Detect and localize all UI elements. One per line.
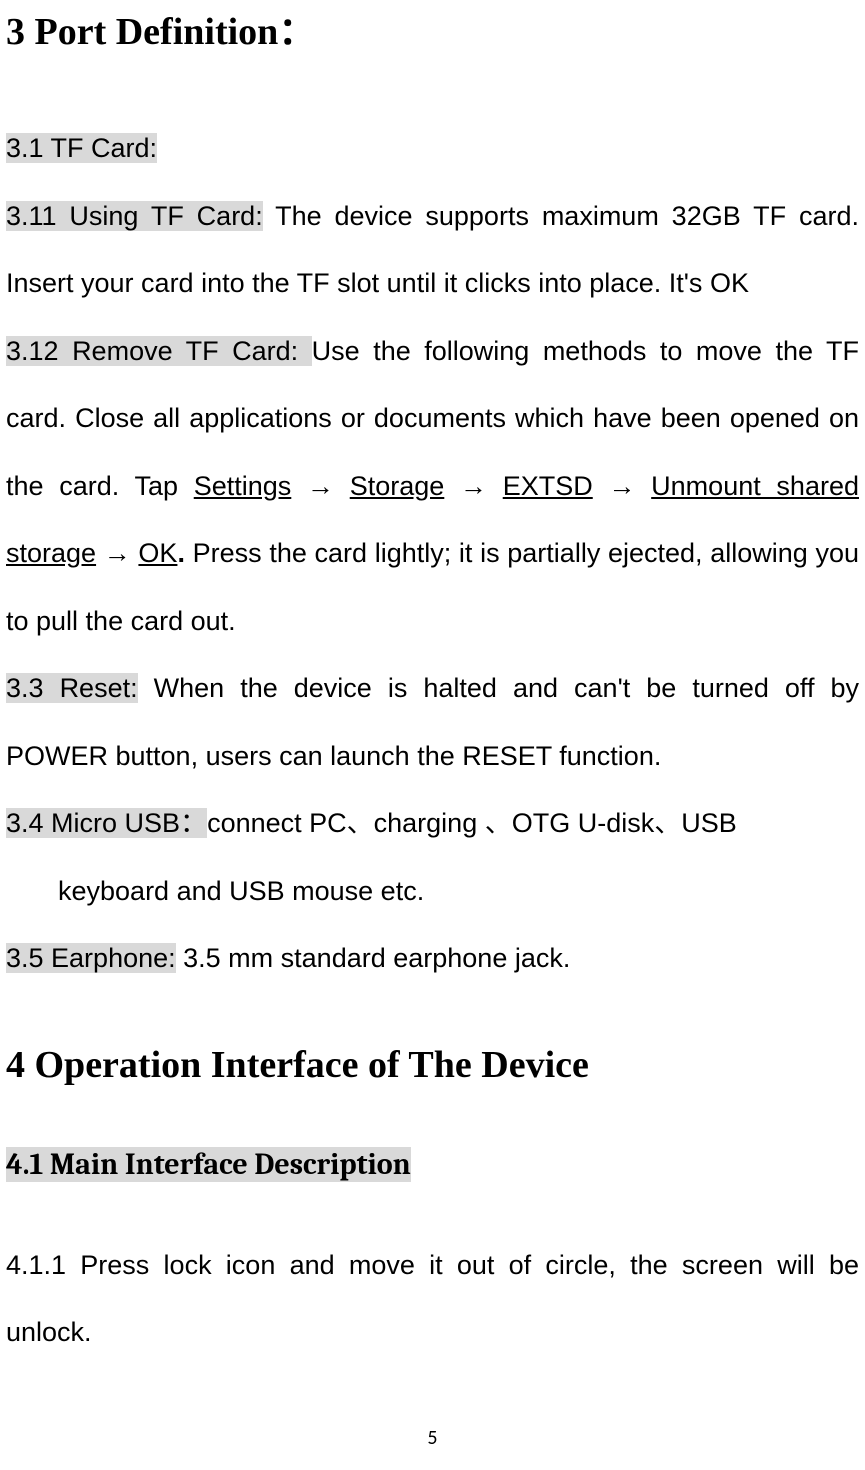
arrow-1: → bbox=[291, 471, 349, 501]
section-3-5: 3.5 Earphone: 3.5 mm standard earphone j… bbox=[6, 925, 859, 993]
text-4-1-1: 4.1.1 Press lock icon and move it out of… bbox=[6, 1250, 859, 1348]
section-3-4-line1: 3.4 Micro USB：connect PC、charging 、OTG U… bbox=[6, 790, 859, 858]
nav-extsd: EXTSD bbox=[503, 471, 593, 501]
nav-storage: Storage bbox=[350, 471, 445, 501]
section-3-11: 3.11 Using TF Card: The device supports … bbox=[6, 183, 859, 318]
label-3-12: 3.12 Remove TF Card: bbox=[6, 336, 312, 366]
text-3-4b: keyboard and USB mouse etc. bbox=[58, 876, 424, 906]
section-3-title: 3 Port Definition： bbox=[6, 0, 859, 55]
label-4-1: 4.1 Main Interface Description bbox=[6, 1147, 411, 1182]
section-4-1: 4.1 Main Interface Description bbox=[6, 1147, 859, 1182]
label-3-4: 3.4 Micro USB： bbox=[6, 808, 207, 838]
arrow-2: → bbox=[444, 471, 502, 501]
nav-ok: OK bbox=[138, 538, 177, 568]
page-number: 5 bbox=[0, 1426, 865, 1450]
section-4-1-1: 4.1.1 Press lock icon and move it out of… bbox=[6, 1232, 859, 1367]
arrow-4: → bbox=[96, 538, 138, 568]
section-3-4-line2: keyboard and USB mouse etc. bbox=[6, 858, 859, 926]
label-3-3: 3.3 Reset: bbox=[6, 673, 138, 703]
text-3-4a: connect PC、charging 、OTG U-disk、USB bbox=[207, 808, 737, 838]
section-3-12: 3.12 Remove TF Card: Use the following m… bbox=[6, 318, 859, 656]
arrow-3: → bbox=[593, 471, 651, 501]
nav-settings: Settings bbox=[194, 471, 292, 501]
section-4-title: 4 Operation Interface of The Device bbox=[6, 1043, 859, 1087]
label-3-1: 3.1 TF Card: bbox=[6, 133, 157, 163]
section-3-3: 3.3 Reset: When the device is halted and… bbox=[6, 655, 859, 790]
text-3-5: 3.5 mm standard earphone jack. bbox=[176, 943, 571, 973]
section-3-1: 3.1 TF Card: bbox=[6, 115, 859, 183]
period-bold: . bbox=[177, 538, 185, 568]
label-3-5: 3.5 Earphone: bbox=[6, 943, 176, 973]
label-3-11: 3.11 Using TF Card: bbox=[6, 201, 263, 231]
